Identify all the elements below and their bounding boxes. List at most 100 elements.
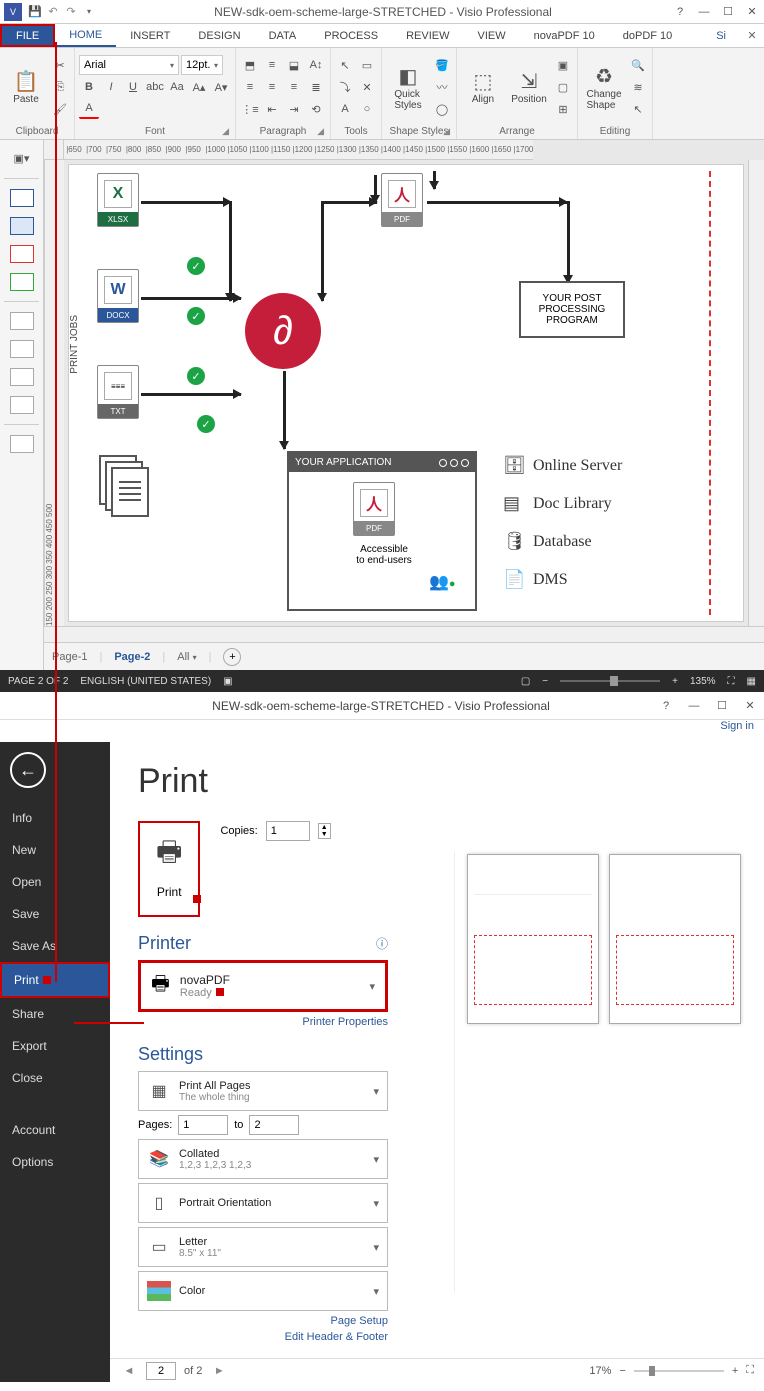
horizontal-scrollbar[interactable]	[44, 626, 764, 642]
current-page-input[interactable]	[146, 1362, 176, 1380]
pages-from-input[interactable]	[178, 1115, 228, 1135]
text-tool-icon[interactable]: A	[335, 99, 355, 119]
quick-styles-button[interactable]: ◧ Quick Styles	[386, 64, 430, 111]
nav-share[interactable]: Share	[0, 998, 110, 1030]
select-icon[interactable]: ↖	[628, 99, 648, 119]
page-tab-1[interactable]: Page-1	[52, 651, 87, 663]
increase-indent-icon[interactable]: ⇥	[284, 99, 304, 119]
tab-novapdf[interactable]: novaPDF 10	[520, 24, 609, 47]
paragraph-dialog-launcher[interactable]: ◢	[317, 126, 324, 137]
find-icon[interactable]: 🔍	[628, 55, 648, 75]
bold-button[interactable]: B	[79, 77, 99, 97]
tab-home[interactable]: HOME	[55, 24, 116, 47]
tab-process[interactable]: PROCESS	[310, 24, 392, 47]
help-icon[interactable]: ?	[668, 2, 692, 22]
nav-account[interactable]: Account	[0, 1114, 110, 1146]
nav-options[interactable]: Options	[0, 1146, 110, 1178]
fit-page-icon[interactable]: ⛶	[728, 676, 735, 687]
prev-page-icon[interactable]: ◄	[120, 1362, 138, 1380]
line-icon[interactable]: 〰	[432, 77, 452, 97]
change-case-button[interactable]: Aa	[167, 77, 187, 97]
backstage-minimize-icon[interactable]: —	[680, 694, 708, 718]
align-right-icon[interactable]: ≡	[284, 77, 304, 97]
nav-close[interactable]: Close	[0, 1062, 110, 1094]
macro-record-icon[interactable]: ▣	[223, 676, 232, 687]
copy-icon[interactable]: ⎘	[50, 77, 70, 97]
font-name-select[interactable]: Arial▾	[79, 55, 179, 75]
format-painter-icon[interactable]: 🖌	[50, 99, 70, 119]
stencil-shape-6[interactable]	[10, 340, 34, 358]
tab-data[interactable]: DATA	[255, 24, 311, 47]
group-icon[interactable]: ⊞	[553, 99, 573, 119]
printer-properties-link[interactable]: Printer Properties	[138, 1016, 388, 1028]
qat-undo-icon[interactable]: ↶	[44, 3, 62, 21]
qat-redo-icon[interactable]: ↷	[62, 3, 80, 21]
stencil-shape-5[interactable]	[10, 312, 34, 330]
copies-input[interactable]	[266, 821, 310, 841]
preview-page-1[interactable]	[467, 854, 599, 1024]
position-button[interactable]: ⇲Position	[507, 69, 551, 105]
status-language[interactable]: ENGLISH (UNITED STATES)	[80, 676, 211, 687]
next-page-icon[interactable]: ►	[210, 1362, 228, 1380]
setting-collated[interactable]: 📚 Collated1,2,3 1,2,3 1,2,3 ▾	[138, 1139, 388, 1179]
font-dialog-launcher[interactable]: ◢	[222, 126, 229, 137]
setting-color[interactable]: Color ▾	[138, 1271, 388, 1311]
page-setup-link[interactable]: Page Setup	[138, 1315, 388, 1327]
zoom-level[interactable]: 135%	[690, 676, 716, 687]
tab-view[interactable]: VIEW	[463, 24, 519, 47]
connector-tool-icon[interactable]: ⤵	[335, 77, 355, 97]
align-button[interactable]: ⬚Align	[461, 69, 505, 105]
fill-icon[interactable]: 🪣	[432, 55, 452, 75]
preview-zoom-in-icon[interactable]: +	[732, 1365, 738, 1377]
align-middle-icon[interactable]: ≡	[262, 55, 282, 75]
setting-orientation[interactable]: ▯ Portrait Orientation ▾	[138, 1183, 388, 1223]
text-direction-icon[interactable]: A↕	[306, 55, 326, 75]
justify-icon[interactable]: ≣	[306, 77, 326, 97]
strikethrough-button[interactable]: abc	[145, 77, 165, 97]
stencil-shape-3[interactable]	[10, 245, 34, 263]
nav-export[interactable]: Export	[0, 1030, 110, 1062]
setting-print-range[interactable]: ▦ Print All PagesThe whole thing ▾	[138, 1071, 388, 1111]
preview-page-2[interactable]	[609, 854, 741, 1024]
stencil-shape-4[interactable]	[10, 273, 34, 291]
sign-in-partial[interactable]: Si	[702, 24, 740, 47]
connection-point-icon[interactable]: ✕	[357, 77, 377, 97]
backstage-help-icon[interactable]: ?	[652, 694, 680, 718]
ellipse-tool-icon[interactable]: ○	[357, 99, 377, 119]
align-center-icon[interactable]: ≡	[262, 77, 282, 97]
italic-button[interactable]: I	[101, 77, 121, 97]
zoom-in-icon[interactable]: +	[672, 676, 678, 687]
decrease-indent-icon[interactable]: ⇤	[262, 99, 282, 119]
bring-front-icon[interactable]: ▣	[553, 55, 573, 75]
zoom-out-icon[interactable]: −	[542, 676, 548, 687]
effects-icon[interactable]: ◯	[432, 99, 452, 119]
underline-button[interactable]: U	[123, 77, 143, 97]
shape-styles-dialog-launcher[interactable]: ◢	[443, 126, 450, 137]
setting-paper-size[interactable]: ▭ Letter8.5" x 11" ▾	[138, 1227, 388, 1267]
drawing-canvas[interactable]: PRINT JOBS XXLSX WDOCX ≡≡≡TXT ✓ ✓ ✓ ✓ ∂	[68, 164, 744, 622]
layers-icon[interactable]: ≋	[628, 77, 648, 97]
stencil-shape-9[interactable]	[10, 435, 34, 453]
minimize-icon[interactable]: —	[692, 2, 716, 22]
pointer-tool-icon[interactable]: ↖	[335, 55, 355, 75]
backstage-close-icon[interactable]: ✕	[736, 694, 764, 718]
paste-button[interactable]: 📋 Paste	[4, 69, 48, 105]
rotate-text-icon[interactable]: ⟲	[306, 99, 326, 119]
edit-header-footer-link[interactable]: Edit Header & Footer	[138, 1331, 388, 1343]
font-color-icon[interactable]: A	[79, 99, 99, 119]
tab-dopdf[interactable]: doPDF 10	[609, 24, 687, 47]
stencil-shape-2[interactable]	[10, 217, 34, 235]
stencil-shape-1[interactable]	[10, 189, 34, 207]
sign-in-link[interactable]: Sign in	[0, 720, 764, 742]
font-size-up-icon[interactable]: A▴	[189, 77, 209, 97]
rectangle-tool-icon[interactable]: ▭	[357, 55, 377, 75]
tab-design[interactable]: DESIGN	[184, 24, 254, 47]
font-size-select[interactable]: 12pt.▾	[181, 55, 223, 75]
page-tab-2[interactable]: Page-2	[114, 651, 150, 663]
tab-insert[interactable]: INSERT	[116, 24, 184, 47]
print-button[interactable]: 🖶 Print	[138, 821, 200, 917]
qat-more-icon[interactable]: ▾	[80, 3, 98, 21]
maximize-icon[interactable]: ☐	[716, 2, 740, 22]
pages-to-input[interactable]	[249, 1115, 299, 1135]
cut-icon[interactable]: ✂	[50, 55, 70, 75]
